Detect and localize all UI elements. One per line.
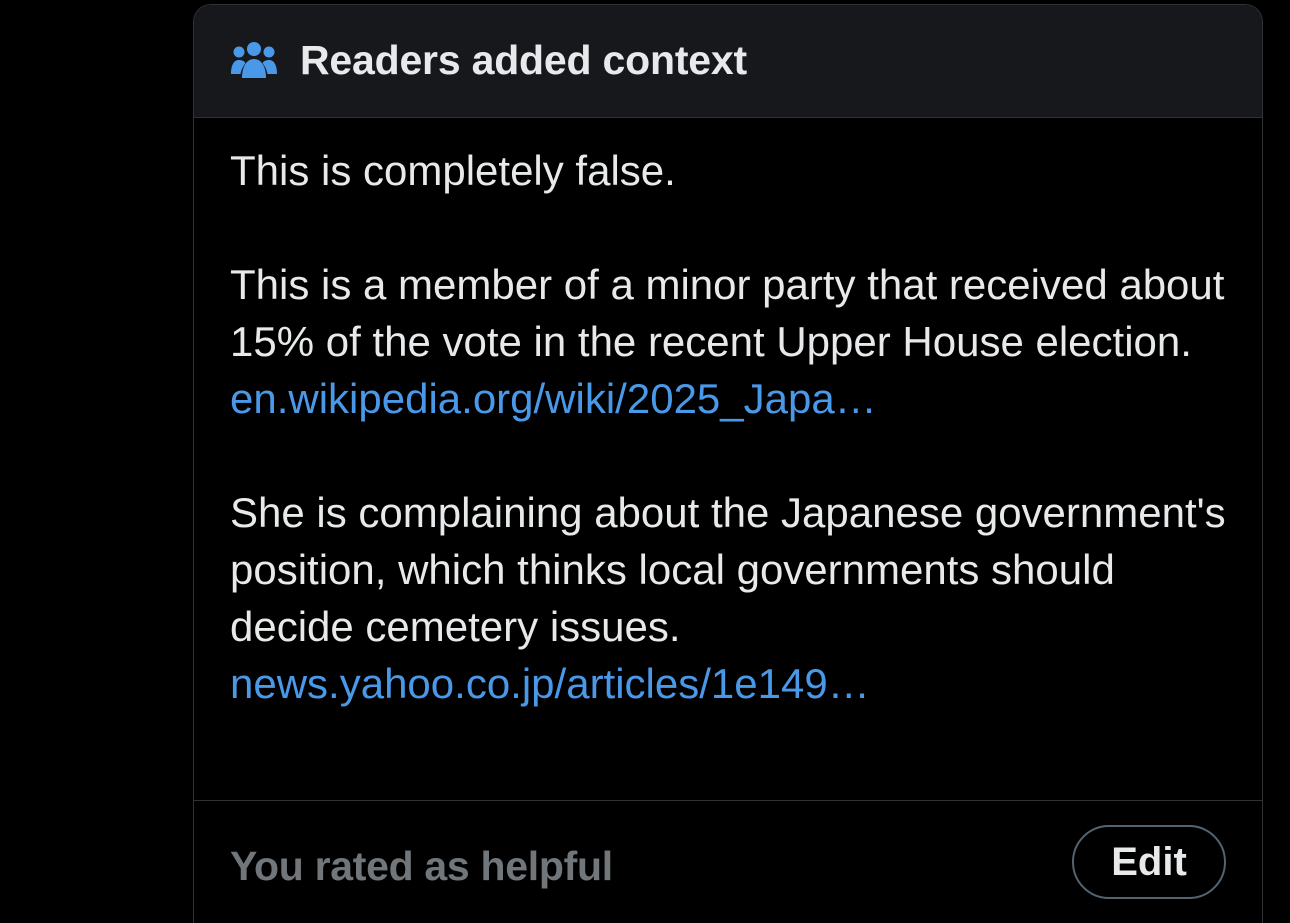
edit-rating-button[interactable]: Edit: [1072, 825, 1226, 899]
people-icon: [230, 40, 278, 80]
note-paragraph: This is a member of a minor party that r…: [230, 261, 1225, 365]
yahoo-news-link[interactable]: news.yahoo.co.jp/articles/1e149…: [230, 655, 1228, 712]
note-header: Readers added context: [194, 5, 1262, 118]
note-paragraph: This is completely false.: [230, 147, 676, 194]
note-title: Readers added context: [300, 36, 747, 83]
note-footer: You rated as helpful Edit: [194, 801, 1262, 923]
note-body: This is completely false. This is a memb…: [194, 118, 1262, 801]
rating-status: You rated as helpful: [230, 843, 613, 889]
wikipedia-link[interactable]: en.wikipedia.org/wiki/2025_Japa…: [230, 370, 1228, 427]
community-note-card: Readers added context This is completely…: [193, 4, 1263, 923]
note-paragraph: She is complaining about the Japanese go…: [230, 489, 1226, 650]
